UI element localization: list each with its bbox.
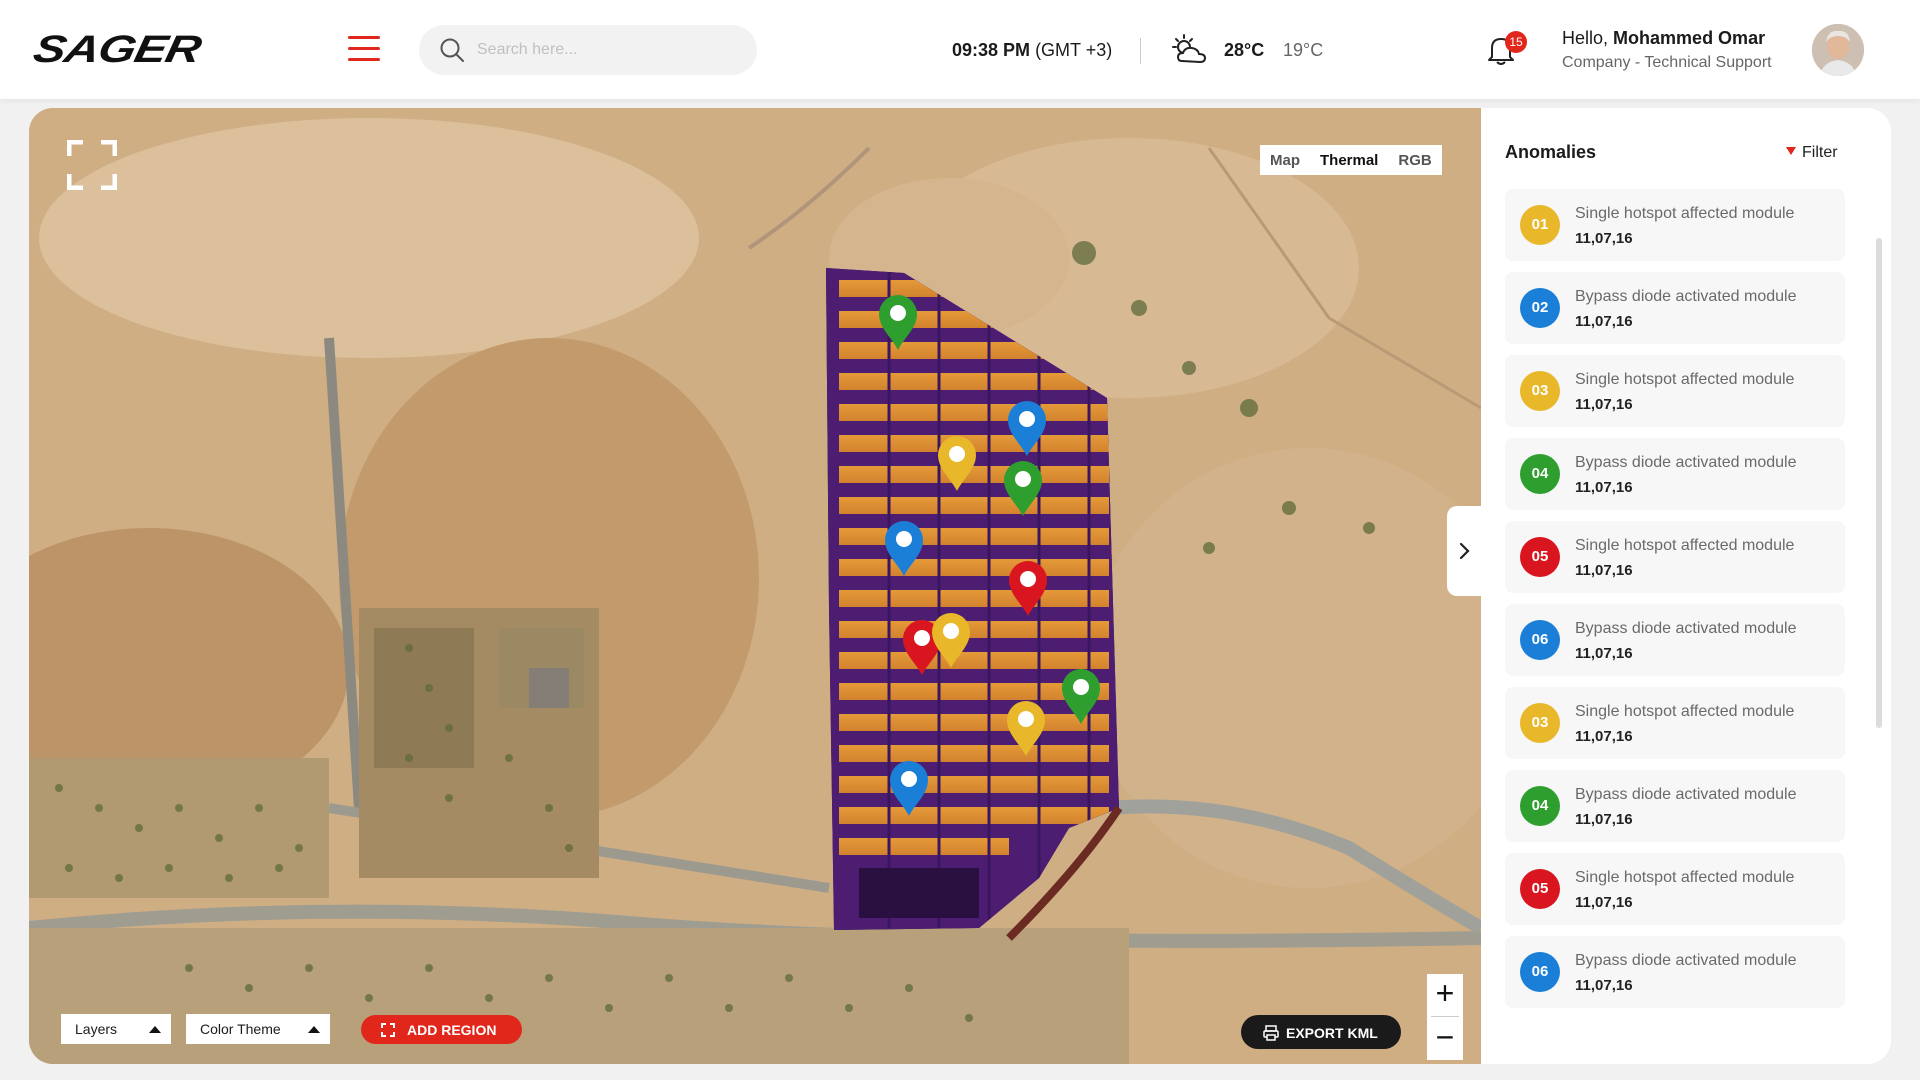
- anomaly-number-badge: 05: [1520, 537, 1560, 577]
- avatar[interactable]: [1812, 24, 1864, 76]
- anomaly-number-badge: 03: [1520, 703, 1560, 743]
- map-pin-green[interactable]: [1062, 669, 1100, 724]
- anomaly-item[interactable]: 04 Bypass diode activated module 11,07,16: [1505, 438, 1845, 510]
- time-zone: (GMT +3): [1035, 40, 1113, 60]
- time-value: 09:38 PM: [952, 40, 1031, 60]
- anomaly-item[interactable]: 03 Single hotspot affected module 11,07,16: [1505, 355, 1845, 427]
- search-bar: [419, 25, 757, 75]
- map-pin-red[interactable]: [1009, 561, 1047, 616]
- anomaly-number-badge: 04: [1520, 786, 1560, 826]
- anomaly-title: Single hotspot affected module: [1575, 537, 1795, 554]
- anomalies-scrollbar[interactable]: [1876, 188, 1882, 1008]
- anomaly-module-code: 11,07,16: [1575, 562, 1633, 579]
- top-header: SAGER 09:38 PM (GMT +3) 28°C 19°C 15 Hel…: [0, 0, 1920, 99]
- anomaly-item[interactable]: 01 Single hotspot affected module 11,07,16: [1505, 189, 1845, 261]
- anomaly-module-code: 11,07,16: [1575, 230, 1633, 247]
- temperature-low: 19°C: [1283, 40, 1324, 60]
- collapse-panel-button[interactable]: [1447, 506, 1481, 596]
- user-photo-icon: [1812, 24, 1864, 76]
- anomaly-item[interactable]: 06 Bypass diode activated module 11,07,16: [1505, 936, 1845, 1008]
- color-theme-label: Color Theme: [200, 1021, 281, 1037]
- anomaly-module-code: 11,07,16: [1575, 396, 1633, 413]
- anomaly-item[interactable]: 04 Bypass diode activated module 11,07,16: [1505, 770, 1845, 842]
- map-pin-green[interactable]: [879, 295, 917, 350]
- layers-dropdown[interactable]: Layers: [61, 1014, 171, 1044]
- anomaly-title: Bypass diode activated module: [1575, 952, 1797, 969]
- anomaly-number-badge: 06: [1520, 952, 1560, 992]
- greeting-text: Hello,: [1562, 28, 1609, 48]
- partly-cloudy-icon: [1172, 34, 1207, 64]
- sager-logo[interactable]: SAGER: [30, 28, 205, 70]
- filter-icon: [1786, 147, 1796, 155]
- anomaly-item[interactable]: 02 Bypass diode activated module 11,07,16: [1505, 272, 1845, 344]
- map-pin-yellow[interactable]: [1007, 701, 1045, 756]
- zoom-divider: [1431, 1016, 1459, 1017]
- anomaly-title: Single hotspot affected module: [1575, 703, 1795, 720]
- anomaly-module-code: 11,07,16: [1575, 811, 1633, 828]
- chevron-right-icon: [1459, 542, 1470, 560]
- map-pin-yellow[interactable]: [932, 613, 970, 668]
- layers-label: Layers: [75, 1021, 118, 1037]
- anomaly-number-badge: 03: [1520, 371, 1560, 411]
- anomaly-module-code: 11,07,16: [1575, 479, 1633, 496]
- notification-badge: 15: [1505, 31, 1527, 53]
- export-kml-label: EXPORT KML: [1286, 1025, 1378, 1041]
- map-pin-green[interactable]: [1004, 461, 1042, 516]
- map-pin-blue[interactable]: [890, 761, 928, 816]
- anomaly-title: Single hotspot affected module: [1575, 205, 1795, 222]
- export-kml-button[interactable]: EXPORT KML: [1241, 1015, 1401, 1049]
- header-divider: [1140, 38, 1141, 64]
- anomalies-title: Anomalies: [1505, 142, 1597, 162]
- caret-up-icon: [149, 1026, 161, 1033]
- search-icon: [440, 38, 464, 62]
- zoom-control: + −: [1427, 974, 1463, 1060]
- anomaly-module-code: 11,07,16: [1575, 977, 1633, 994]
- anomaly-title: Bypass diode activated module: [1575, 620, 1797, 637]
- search-input[interactable]: [477, 25, 737, 75]
- main-card: Map Thermal RGB Layers Color Theme ADD R…: [29, 108, 1891, 1064]
- hamburger-menu-icon[interactable]: [348, 34, 380, 62]
- anomaly-module-code: 11,07,16: [1575, 313, 1633, 330]
- clock: 09:38 PM (GMT +3): [952, 40, 1112, 61]
- map-pin-yellow[interactable]: [938, 436, 976, 491]
- anomaly-item[interactable]: 05 Single hotspot affected module 11,07,16: [1505, 853, 1845, 925]
- anomaly-title: Bypass diode activated module: [1575, 786, 1797, 803]
- anomaly-number-badge: 02: [1520, 288, 1560, 328]
- anomaly-module-code: 11,07,16: [1575, 645, 1633, 662]
- anomaly-number-badge: 06: [1520, 620, 1560, 660]
- anomaly-pins: [879, 295, 1100, 816]
- anomaly-item[interactable]: 06 Bypass diode activated module 11,07,16: [1505, 604, 1845, 676]
- anomaly-title: Single hotspot affected module: [1575, 371, 1795, 388]
- filter-button[interactable]: Filter: [1786, 144, 1838, 162]
- add-region-button[interactable]: ADD REGION: [361, 1015, 522, 1044]
- caret-up-icon: [308, 1026, 320, 1033]
- printer-icon: [1263, 1025, 1279, 1041]
- user-greeting: Hello, Mohammed Omar: [1562, 28, 1765, 49]
- anomaly-title: Bypass diode activated module: [1575, 454, 1797, 471]
- map-pin-blue[interactable]: [1008, 401, 1046, 456]
- color-theme-dropdown[interactable]: Color Theme: [186, 1014, 330, 1044]
- add-region-label: ADD REGION: [407, 1022, 497, 1038]
- region-frame-icon: [381, 1023, 395, 1037]
- thermal-map[interactable]: Map Thermal RGB Layers Color Theme ADD R…: [29, 108, 1481, 1064]
- anomaly-item[interactable]: 03 Single hotspot affected module 11,07,16: [1505, 687, 1845, 759]
- anomaly-module-code: 11,07,16: [1575, 728, 1633, 745]
- anomaly-module-code: 11,07,16: [1575, 894, 1633, 911]
- anomalies-panel: Anomalies Filter 01 Single hotspot affect…: [1481, 108, 1891, 1064]
- anomaly-number-badge: 01: [1520, 205, 1560, 245]
- zoom-out-button[interactable]: −: [1427, 1018, 1463, 1058]
- scrollbar-thumb[interactable]: [1876, 238, 1882, 728]
- user-name: Mohammed Omar: [1613, 28, 1766, 48]
- temperature-high: 28°C: [1224, 40, 1265, 60]
- anomaly-title: Single hotspot affected module: [1575, 869, 1795, 886]
- map-pin-blue[interactable]: [885, 521, 923, 576]
- filter-label: Filter: [1802, 144, 1838, 161]
- anomaly-number-badge: 04: [1520, 454, 1560, 494]
- anomaly-number-badge: 05: [1520, 869, 1560, 909]
- anomaly-title: Bypass diode activated module: [1575, 288, 1797, 305]
- anomaly-item[interactable]: 05 Single hotspot affected module 11,07,16: [1505, 521, 1845, 593]
- user-role: Company - Technical Support: [1562, 54, 1772, 71]
- zoom-in-button[interactable]: +: [1427, 974, 1463, 1014]
